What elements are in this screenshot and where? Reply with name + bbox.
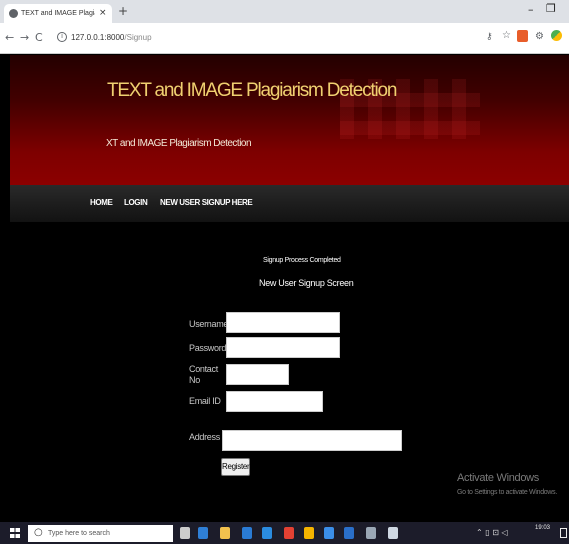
contact-label: Contact No xyxy=(189,364,218,385)
form-heading: New User Signup Screen xyxy=(259,278,354,288)
files-icon[interactable] xyxy=(388,527,398,539)
windows-start-icon[interactable] xyxy=(10,528,20,538)
status-message: Signup Process Completed xyxy=(263,257,341,264)
maximize-button[interactable]: ❐ xyxy=(546,2,556,16)
store-icon[interactable] xyxy=(242,527,252,539)
file-explorer-icon[interactable] xyxy=(220,527,230,539)
activate-windows-title: Activate Windows xyxy=(457,472,540,484)
email-input[interactable] xyxy=(226,391,323,412)
search-icon: ○ xyxy=(34,527,43,538)
edge-icon[interactable] xyxy=(198,527,208,539)
search-placeholder: Type here to search xyxy=(48,530,110,537)
forward-arrow-icon[interactable]: → xyxy=(20,31,29,44)
address-label: Address xyxy=(189,432,220,442)
username-label: Username xyxy=(189,319,229,329)
username-input[interactable] xyxy=(226,312,340,333)
system-tray-icons[interactable]: ⌃ ▯ ⊡ ◁ xyxy=(476,528,508,538)
document-icon[interactable] xyxy=(366,527,376,539)
nav-link-login[interactable]: LOGIN xyxy=(124,197,148,208)
nav-link-signup[interactable]: NEW USER SIGNUP HERE xyxy=(160,197,253,208)
extension-icon[interactable] xyxy=(517,30,528,42)
chrome-extension-icon[interactable] xyxy=(551,30,562,41)
address-input[interactable] xyxy=(222,430,402,451)
tab-title: TEXT and IMAGE Plagiarism Dete xyxy=(21,10,95,17)
address-bar[interactable]: 127.0.0.1:8000/Signup xyxy=(71,32,152,43)
url-path: /Signup xyxy=(124,33,152,42)
tab-close-icon[interactable]: × xyxy=(99,7,107,19)
site-header-banner: TEXT and IMAGE Plagiarism Detection XT a… xyxy=(10,55,569,185)
email-label: Email ID xyxy=(189,396,221,406)
mail-icon[interactable] xyxy=(262,527,272,539)
vscode-icon[interactable] xyxy=(324,527,334,539)
browser-tab[interactable]: TEXT and IMAGE Plagiarism Dete × xyxy=(4,4,112,23)
register-button[interactable]: Register xyxy=(221,458,250,476)
tab-favicon-icon xyxy=(9,9,18,18)
reload-icon[interactable]: C xyxy=(35,31,43,44)
bookmark-star-icon[interactable]: ☆ xyxy=(502,30,511,42)
password-label: Password xyxy=(189,343,227,353)
windows-taskbar: ○ Type here to search ⌃ ▯ ⊡ ◁ 19:03 xyxy=(0,522,569,544)
browser-tabstrip: TEXT and IMAGE Plagiarism Dete × + – ❐ xyxy=(0,0,569,23)
profile-icon[interactable]: ⚙ xyxy=(535,31,544,43)
contact-input[interactable] xyxy=(226,364,289,385)
site-subtitle: XT and IMAGE Plagiarism Detection xyxy=(106,138,252,149)
taskbar-clock[interactable]: 19:03 xyxy=(535,524,550,532)
notification-icon[interactable] xyxy=(560,528,567,538)
key-icon[interactable]: ⚷ xyxy=(486,31,493,43)
taskbar-search-box[interactable]: ○ Type here to search xyxy=(28,525,173,542)
password-input[interactable] xyxy=(226,337,340,358)
minimize-button[interactable]: – xyxy=(528,3,534,17)
browser-toolbar: ← → C i 127.0.0.1:8000/Signup ⚷ ☆ ⚙ xyxy=(0,23,569,54)
main-navigation: HOME LOGIN NEW USER SIGNUP HERE xyxy=(10,185,569,222)
notepad-icon[interactable] xyxy=(344,527,354,539)
site-info-icon[interactable]: i xyxy=(57,32,67,42)
python-icon[interactable] xyxy=(304,527,314,539)
signup-content: Signup Process Completed New User Signup… xyxy=(10,222,569,522)
task-view-icon[interactable] xyxy=(180,527,190,539)
site-title: TEXT and IMAGE Plagiarism Detection xyxy=(107,80,397,101)
chrome-icon[interactable] xyxy=(284,527,294,539)
url-host: 127.0.0.1:8000 xyxy=(71,33,125,42)
back-arrow-icon[interactable]: ← xyxy=(5,31,14,44)
new-tab-button[interactable]: + xyxy=(118,4,128,18)
activate-windows-subtitle: Go to Settings to activate Windows. xyxy=(457,489,557,496)
nav-link-home[interactable]: HOME xyxy=(90,197,113,208)
